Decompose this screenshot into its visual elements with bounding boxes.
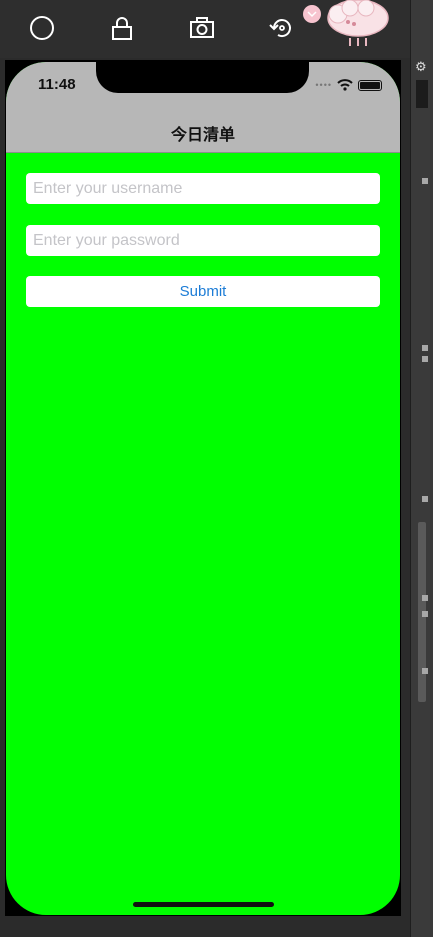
notch xyxy=(96,62,309,93)
gear-icon[interactable]: ⚙ xyxy=(415,60,427,75)
wifi-icon xyxy=(337,79,353,91)
sidebar-marker xyxy=(422,345,428,351)
app-screen: 11:48 •••• 今日清单 Submit xyxy=(6,62,400,915)
password-field[interactable] xyxy=(26,225,380,256)
inspector-sidebar: ⚙ xyxy=(410,0,433,937)
password-input[interactable] xyxy=(26,225,380,256)
sidebar-strip xyxy=(416,80,428,108)
submit-button[interactable]: Submit xyxy=(26,276,380,307)
simulator-toolbar xyxy=(0,0,410,58)
lock-icon[interactable] xyxy=(108,14,136,42)
home-button-icon[interactable] xyxy=(28,14,56,42)
battery-icon xyxy=(358,79,382,91)
status-icons: •••• xyxy=(315,79,382,91)
page-title: 今日清单 xyxy=(170,125,235,144)
status-time: 11:48 xyxy=(38,76,76,93)
sidebar-marker xyxy=(422,611,428,617)
username-input[interactable] xyxy=(26,173,380,204)
navigation-bar: 今日清单 xyxy=(6,110,400,153)
home-indicator[interactable] xyxy=(133,902,274,907)
sheep-sticker-icon xyxy=(300,0,395,50)
rotate-icon[interactable] xyxy=(268,14,296,42)
screenshot-camera-icon[interactable] xyxy=(188,14,216,42)
signal-icon: •••• xyxy=(315,80,332,90)
sidebar-marker xyxy=(422,595,428,601)
sidebar-marker xyxy=(422,178,428,184)
status-bar: 11:48 •••• xyxy=(6,62,400,110)
sidebar-marker xyxy=(422,356,428,362)
sidebar-marker xyxy=(422,496,428,502)
sidebar-marker xyxy=(422,668,428,674)
username-field[interactable] xyxy=(26,173,380,204)
